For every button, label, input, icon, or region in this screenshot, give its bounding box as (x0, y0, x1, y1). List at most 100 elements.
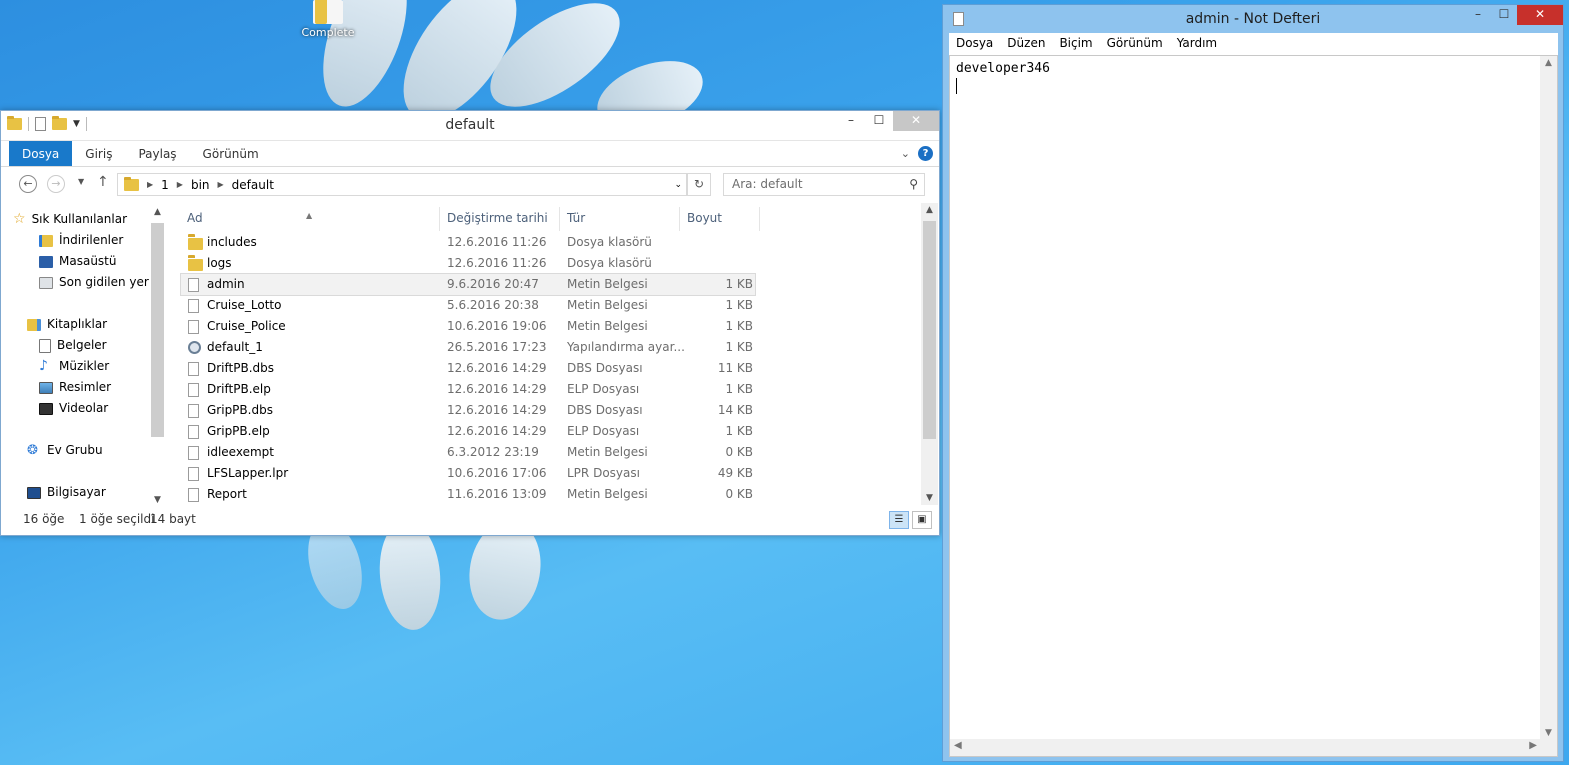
back-button[interactable]: ← (19, 175, 37, 193)
maximize-button[interactable]: ☐ (1491, 5, 1517, 25)
file-name: DriftPB.dbs (207, 361, 274, 375)
column-header-date[interactable]: Değiştirme tarihi (447, 211, 548, 225)
explorer-titlebar[interactable]: ▼ default – ☐ ✕ (1, 111, 939, 141)
table-row[interactable]: GripPB.elp 12.6.2016 14:29 ELP Dosyası 1 KB (181, 421, 921, 442)
nav-favorites[interactable]: ☆ Sık Kullanılanlar (9, 209, 165, 230)
vertical-scrollbar[interactable]: ▲ ▼ (1540, 56, 1557, 740)
tab-giris[interactable]: Giriş (72, 141, 125, 166)
minimize-button[interactable]: – (1465, 5, 1491, 25)
table-row[interactable]: DriftPB.dbs 12.6.2016 14:29 DBS Dosyası 11 … (181, 358, 921, 379)
file-date: 6.3.2012 23:19 (447, 445, 539, 459)
scroll-left-arrow[interactable]: ◀ (954, 740, 962, 751)
table-row[interactable]: logs 12.6.2016 11:26 Dosya klasörü (181, 253, 921, 274)
column-header-size[interactable]: Boyut (687, 211, 722, 225)
table-row[interactable]: default_1 26.5.2016 17:23 Yapılandırma aya… (181, 337, 921, 358)
breadcrumb-item[interactable]: default (232, 178, 274, 192)
desktop-icon-complete[interactable]: Complete (300, 0, 356, 39)
scroll-up-arrow[interactable]: ▲ (921, 205, 938, 215)
recent-places-icon (39, 276, 53, 289)
file-list-scrollbar[interactable]: ▲ ▼ (921, 203, 938, 505)
file-type: DBS Dosyası (567, 361, 643, 375)
menu-bicim[interactable]: Biçim (1052, 33, 1099, 55)
tab-paylas[interactable]: Paylaş (125, 141, 189, 166)
file-date: 5.6.2016 20:38 (447, 298, 539, 312)
details-view-button[interactable]: ☰ (889, 511, 909, 529)
recent-locations-icon[interactable]: ▼ (78, 177, 84, 186)
editor-content[interactable]: developer346 (956, 60, 1050, 77)
scroll-up-arrow[interactable]: ▲ (1540, 58, 1557, 68)
minimize-button[interactable]: – (837, 111, 865, 131)
column-header-type[interactable]: Tür (567, 211, 585, 225)
file-size: 1 KB (725, 340, 753, 354)
file-date: 10.6.2016 17:06 (447, 466, 547, 480)
scroll-down-arrow[interactable]: ▼ (149, 495, 166, 505)
file-size: 11 KB (717, 361, 753, 375)
close-button[interactable]: ✕ (893, 111, 939, 131)
menu-yardim[interactable]: Yardım (1170, 33, 1224, 55)
table-row[interactable]: Cruise_Lotto 5.6.2016 20:38 Metin Belgesi 1… (181, 295, 921, 316)
search-input[interactable]: Ara: default ⚲ (723, 173, 925, 196)
address-bar[interactable]: ▶ 1 ▶ bin ▶ default ⌄ (117, 173, 687, 196)
breadcrumb-item[interactable]: 1 (161, 178, 169, 192)
file-size: 14 KB (717, 403, 753, 417)
folder-icon (188, 257, 203, 271)
text-editor[interactable]: developer346 ▲ ▼ ◀ ▶ (949, 55, 1558, 757)
close-button[interactable]: ✕ (1517, 5, 1563, 25)
nav-computer[interactable]: Bilgisayar (9, 482, 165, 503)
table-row[interactable]: idleexempt 6.3.2012 23:19 Metin Belgesi 0 K… (181, 442, 921, 463)
refresh-button[interactable]: ↻ (687, 173, 711, 196)
nav-pane-scrollbar[interactable]: ▲ ▼ (149, 207, 166, 505)
chevron-down-icon[interactable]: ⌄ (674, 180, 682, 190)
folder-icon (188, 236, 203, 250)
file-type: ELP Dosyası (567, 424, 640, 438)
ribbon: Dosya Giriş Paylaş Görünüm ⌄ ? (1, 141, 939, 167)
file-type: DBS Dosyası (567, 403, 643, 417)
table-row[interactable]: admin 9.6.2016 20:47 Metin Belgesi 1 KB (180, 273, 756, 296)
file-type: Metin Belgesi (567, 487, 648, 501)
scroll-up-arrow[interactable]: ▲ (149, 207, 166, 217)
scroll-down-arrow[interactable]: ▼ (1540, 728, 1557, 738)
file-name: Report (207, 487, 247, 501)
maximize-button[interactable]: ☐ (865, 111, 893, 131)
window-title: default (445, 117, 495, 133)
tab-dosya[interactable]: Dosya (9, 141, 73, 166)
nav-homegroup[interactable]: ❂ Ev Grubu (9, 440, 165, 461)
table-row[interactable]: GripPB.dbs 12.6.2016 14:29 DBS Dosyası 14 K… (181, 400, 921, 421)
nav-recent-places[interactable]: Son gidilen yerler (9, 272, 165, 293)
table-row[interactable]: LFSLapper.lpr 10.6.2016 17:06 LPR Dosyası 4… (181, 463, 921, 484)
column-header-name[interactable]: Ad (187, 211, 203, 225)
text-caret (956, 78, 957, 94)
tab-gorunum[interactable]: Görünüm (190, 141, 272, 166)
nav-music[interactable]: ♪ Müzikler (9, 356, 165, 377)
table-row[interactable]: Report 11.6.2016 13:09 Metin Belgesi 0 KB (181, 484, 921, 505)
nav-pictures[interactable]: Resimler (9, 377, 165, 398)
forward-button[interactable]: → (47, 175, 65, 193)
file-size: 1 KB (725, 277, 753, 291)
up-button[interactable]: ↑ (97, 174, 109, 190)
table-row[interactable]: DriftPB.elp 12.6.2016 14:29 ELP Dosyası 1 K… (181, 379, 921, 400)
table-row[interactable]: Cruise_Police 10.6.2016 19:06 Metin Belges… (181, 316, 921, 337)
star-icon: ☆ (13, 211, 26, 227)
help-icon[interactable]: ? (918, 146, 933, 161)
menu-duzen[interactable]: Düzen (1000, 33, 1052, 55)
menu-gorunum[interactable]: Görünüm (1100, 33, 1170, 55)
nav-desktop[interactable]: Masaüstü (9, 251, 165, 272)
scroll-down-arrow[interactable]: ▼ (921, 493, 938, 503)
videos-icon (39, 402, 53, 415)
nav-videos[interactable]: Videolar (9, 398, 165, 419)
menu-dosya[interactable]: Dosya (949, 33, 1000, 55)
scroll-right-arrow[interactable]: ▶ (1529, 740, 1537, 751)
large-icons-view-button[interactable]: ▣ (912, 511, 932, 529)
table-row[interactable]: includes 12.6.2016 11:26 Dosya klasörü (181, 232, 921, 253)
horizontal-scrollbar[interactable]: ◀ ▶ (950, 739, 1541, 756)
breadcrumb-item[interactable]: bin (191, 178, 210, 192)
file-size: 1 KB (725, 298, 753, 312)
nav-documents[interactable]: Belgeler (9, 335, 165, 356)
nav-libraries[interactable]: Kitaplıklar (9, 314, 165, 335)
file-icon (188, 362, 199, 379)
expand-ribbon-icon[interactable]: ⌄ (901, 147, 910, 160)
nav-downloads[interactable]: İndirilenler (9, 230, 165, 251)
navigation-bar: ← → ▼ ↑ ▶ 1 ▶ bin ▶ default ⌄ ↻ Ara: def… (1, 167, 939, 199)
notepad-titlebar[interactable]: admin - Not Defteri – ☐ ✕ (943, 5, 1563, 33)
selection-size: 14 bayt (150, 512, 196, 526)
